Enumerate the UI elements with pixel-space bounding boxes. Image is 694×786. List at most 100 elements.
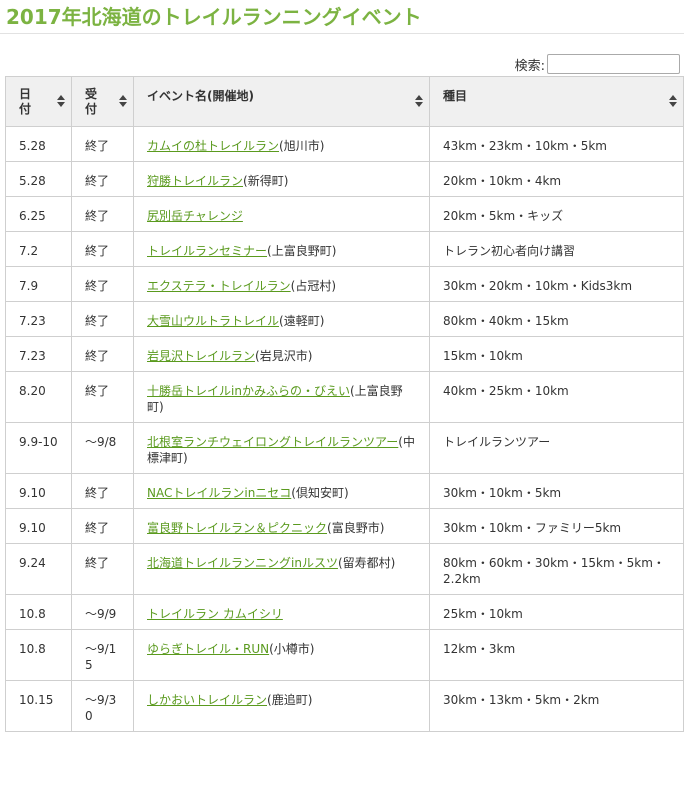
column-header-category[interactable]: 種目 [429,76,684,127]
cell-date: 9.24 [5,543,72,595]
event-link[interactable]: しかおいトレイルラン [147,693,267,707]
event-link[interactable]: 北根室ランチウェイロングトレイルランツアー [147,435,398,449]
cell-status: 終了 [71,371,134,423]
cell-category: 30km・20km・10km・Kids3km [429,266,684,302]
cell-date: 7.23 [5,336,72,372]
cell-date: 10.8 [5,629,72,681]
cell-category: 43km・23km・10km・5km [429,126,684,162]
cell-event-name: トレイルランセミナー(上富良野町) [133,231,430,267]
table-row: 7.9 終了 エクステラ・トレイルラン(占冠村) 30km・20km・10km・Kid… [5,266,684,302]
cell-event-name: 尻別岳チャレンジ [133,196,430,232]
cell-event-name: 岩見沢トレイルラン(岩見沢市) [133,336,430,372]
event-place: (旭川市) [279,139,325,153]
cell-event-name: NACトレイルランinニセコ(倶知安町) [133,473,430,509]
table-row: 7.2 終了 トレイルランセミナー(上富良野町) トレラン初心者向け講習 [5,231,684,267]
column-label-name: イベント名(開催地) [147,89,254,103]
event-link[interactable]: 尻別岳チャレンジ [147,209,243,223]
cell-event-name: カムイの杜トレイルラン(旭川市) [133,126,430,162]
cell-event-name: 大雪山ウルトラトレイル(遠軽町) [133,301,430,337]
column-label-date: 日付 [19,87,32,116]
cell-event-name: 北海道トレイルランニングinルスツ(留寿都村) [133,543,430,595]
cell-category: 30km・10km・ファミリー5km [429,508,684,544]
table-header-row: 日付 受付 イベント名(開催地) 種目 [5,76,684,127]
event-place: (留寿都村) [337,556,396,570]
cell-event-name: しかおいトレイルラン(鹿追町) [133,680,430,732]
cell-event-name: トレイルラン カムイシリ [133,594,430,630]
cell-date: 9.10 [5,508,72,544]
event-link[interactable]: 富良野トレイルラン＆ピクニック [147,521,327,535]
sort-both-icon[interactable] [57,95,65,109]
event-link[interactable]: トレイルラン カムイシリ [147,607,283,621]
table-row: 5.28 終了 カムイの杜トレイルラン(旭川市) 43km・23km・10km・5km [5,126,684,162]
cell-event-name: 狩勝トレイルラン(新得町) [133,161,430,197]
cell-event-name: エクステラ・トレイルラン(占冠村) [133,266,430,302]
table-row: 10.8 〜9/15 ゆらぎトレイル・RUN(小樽市) 12km・3km [5,629,684,681]
cell-status: 終了 [71,301,134,337]
table-row: 10.8 〜9/9 トレイルラン カムイシリ 25km・10km [5,594,684,630]
cell-date: 6.25 [5,196,72,232]
event-link[interactable]: ゆらぎトレイル・RUN [147,642,269,656]
cell-status: 終了 [71,126,134,162]
column-header-status[interactable]: 受付 [71,76,134,127]
sort-both-icon[interactable] [669,95,677,109]
page-title: 2017年北海道のトレイルランニングイベント [0,0,684,34]
event-place: (上富良野町) [267,244,337,258]
cell-status: 終了 [71,231,134,267]
table-row: 9.9-10 〜9/8 北根室ランチウェイロングトレイルランツアー(中標津町) トレイ… [5,422,684,474]
column-header-name[interactable]: イベント名(開催地) [133,76,430,127]
cell-event-name: 北根室ランチウェイロングトレイルランツアー(中標津町) [133,422,430,474]
event-link[interactable]: 十勝岳トレイルinかみふらの・びえい [147,384,350,398]
column-label-category: 種目 [443,89,468,103]
table-row: 9.24 終了 北海道トレイルランニングinルスツ(留寿都村) 80km・60km・3… [5,543,684,595]
event-link[interactable]: 大雪山ウルトラトレイル [147,314,279,328]
table-row: 10.15 〜9/30 しかおいトレイルラン(鹿追町) 30km・13km・5km・2… [5,680,684,732]
column-label-status: 受付 [85,87,98,116]
cell-category: トレイルランツアー [429,422,684,474]
event-link[interactable]: トレイルランセミナー [147,244,267,258]
cell-status: 〜9/8 [71,422,134,474]
event-place: (倶知安町) [291,486,349,500]
search-label: 検索: [514,58,545,74]
event-link[interactable]: エクステラ・トレイルラン [147,279,291,293]
cell-status: 終了 [71,336,134,372]
column-header-date[interactable]: 日付 [5,76,72,127]
cell-date: 7.9 [5,266,72,302]
cell-event-name: ゆらぎトレイル・RUN(小樽市) [133,629,430,681]
cell-event-name: 十勝岳トレイルinかみふらの・びえい(上富良野町) [133,371,430,423]
cell-status: 終了 [71,266,134,302]
event-place: (富良野市) [327,521,385,535]
cell-date: 5.28 [5,161,72,197]
event-link[interactable]: NACトレイルランinニセコ [147,486,291,500]
cell-category: トレラン初心者向け講習 [429,231,684,267]
search-input[interactable] [547,54,680,74]
event-place: (小樽市) [269,642,315,656]
table-row: 8.20 終了 十勝岳トレイルinかみふらの・びえい(上富良野町) 40km・25km… [5,371,684,423]
cell-category: 15km・10km [429,336,684,372]
table-row: 5.28 終了 狩勝トレイルラン(新得町) 20km・10km・4km [5,161,684,197]
cell-category: 30km・10km・5km [429,473,684,509]
table-row: 9.10 終了 富良野トレイルラン＆ピクニック(富良野市) 30km・10km・ファミ… [5,508,684,544]
cell-status: 終了 [71,161,134,197]
table-row: 7.23 終了 大雪山ウルトラトレイル(遠軽町) 80km・40km・15km [5,301,684,337]
cell-category: 20km・5km・キッズ [429,196,684,232]
cell-category: 25km・10km [429,594,684,630]
event-place: (新得町) [243,174,289,188]
event-place: (岩見沢市) [255,349,313,363]
cell-category: 30km・13km・5km・2km [429,680,684,732]
cell-status: 終了 [71,196,134,232]
cell-date: 5.28 [5,126,72,162]
table-row: 6.25 終了 尻別岳チャレンジ 20km・5km・キッズ [5,196,684,232]
cell-status: 終了 [71,543,134,595]
sort-both-icon[interactable] [415,95,423,109]
cell-category: 20km・10km・4km [429,161,684,197]
event-link[interactable]: カムイの杜トレイルラン [147,139,279,153]
cell-date: 10.15 [5,680,72,732]
sort-both-icon[interactable] [119,95,127,109]
cell-event-name: 富良野トレイルラン＆ピクニック(富良野市) [133,508,430,544]
event-link[interactable]: 岩見沢トレイルラン [147,349,255,363]
cell-category: 80km・40km・15km [429,301,684,337]
event-link[interactable]: 狩勝トレイルラン [147,174,243,188]
cell-date: 7.23 [5,301,72,337]
event-link[interactable]: 北海道トレイルランニングinルスツ [147,556,338,570]
table-row: 7.23 終了 岩見沢トレイルラン(岩見沢市) 15km・10km [5,336,684,372]
